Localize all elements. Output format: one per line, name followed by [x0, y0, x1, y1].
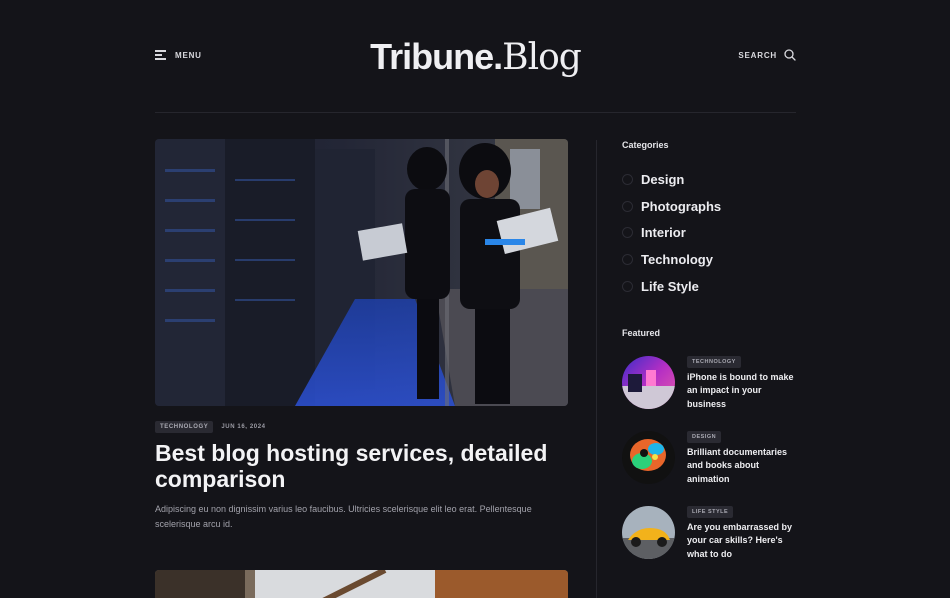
- site-header: MENU Tribune.Blog SEARCH: [155, 36, 796, 80]
- category-label: Interior: [641, 225, 686, 241]
- featured-thumbnail: [622, 506, 675, 559]
- featured-title: Are you embarrassed by your car skills? …: [687, 522, 793, 559]
- hamburger-icon: [155, 50, 167, 60]
- menu-label: MENU: [175, 50, 202, 60]
- category-technology[interactable]: Technology: [622, 246, 721, 273]
- main-post-image[interactable]: [155, 139, 568, 406]
- featured-title: iPhone is bound to make an impact in you…: [687, 372, 794, 409]
- featured-post-1[interactable]: TECHNOLOGY iPhone is bound to make an im…: [622, 356, 802, 412]
- post-category-badge[interactable]: TECHNOLOGY: [155, 421, 214, 433]
- logo-sub-text: Blog: [502, 37, 582, 78]
- featured-category-badge[interactable]: DESIGN: [687, 431, 722, 443]
- category-label: Design: [641, 171, 685, 187]
- sidebar-divider: [596, 140, 597, 598]
- menu-button[interactable]: MENU: [155, 50, 202, 60]
- featured-category-badge[interactable]: LIFE STYLE: [687, 506, 734, 518]
- category-design[interactable]: Design: [622, 166, 721, 193]
- featured-post-3[interactable]: LIFE STYLE Are you embarrassed by your c…: [622, 506, 802, 562]
- featured-title: Brilliant documentaries and books about …: [687, 447, 788, 484]
- next-post-image[interactable]: [155, 570, 568, 598]
- main-post-excerpt: Adipiscing eu non dignissim varius leo f…: [155, 504, 532, 529]
- category-label: Life Style: [641, 278, 699, 294]
- category-bullet-icon: [622, 280, 633, 292]
- header-divider: [155, 112, 796, 113]
- site-logo[interactable]: Tribune.Blog: [370, 36, 582, 78]
- category-bullet-icon: [622, 253, 633, 265]
- featured-category-badge[interactable]: TECHNOLOGY: [687, 356, 741, 368]
- category-bullet-icon: [622, 200, 633, 212]
- category-bullet-icon: [622, 173, 633, 185]
- main-post-title[interactable]: Best blog hosting services, detailed com…: [155, 440, 575, 492]
- search-icon: [784, 49, 796, 61]
- category-label: Technology: [641, 251, 713, 267]
- featured-heading: Featured: [622, 328, 661, 338]
- category-label: Photographs: [641, 198, 722, 214]
- category-interior[interactable]: Interior: [622, 219, 721, 246]
- post-date: JUN 16, 2024: [221, 424, 266, 430]
- featured-post-2[interactable]: DESIGN Brilliant documentaries and books…: [622, 431, 802, 487]
- main-post-meta: TECHNOLOGY JUN 16, 2024: [155, 421, 266, 433]
- featured-thumbnail: [622, 431, 675, 484]
- search-button[interactable]: SEARCH: [738, 49, 796, 61]
- category-bullet-icon: [622, 227, 633, 239]
- category-list: Design Photographs Interior Technology L…: [622, 166, 721, 299]
- category-life-style[interactable]: Life Style: [622, 273, 721, 300]
- category-photographs[interactable]: Photographs: [622, 193, 721, 220]
- logo-main-text: Tribune.: [370, 36, 503, 77]
- featured-thumbnail: [622, 356, 675, 409]
- search-label: SEARCH: [738, 50, 777, 60]
- categories-heading: Categories: [622, 140, 669, 150]
